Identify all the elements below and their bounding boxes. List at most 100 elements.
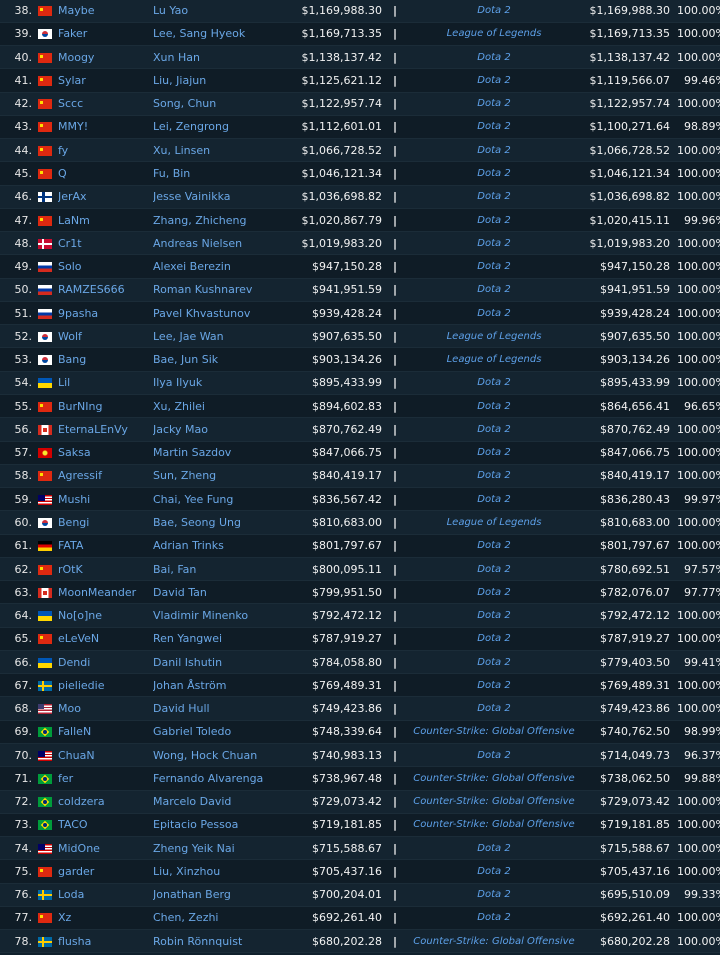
game-link[interactable]: Dota 2 [408,534,580,558]
player-name-link[interactable]: Johan Åström [153,673,280,698]
player-nick-link[interactable]: Bang [58,347,153,372]
player-name-link[interactable]: Epitacio Pessoa [153,813,280,838]
player-name-link[interactable]: Chen, Zezhi [153,906,280,931]
player-name-link[interactable]: Robin Rönnquist [153,929,280,954]
player-nick-link[interactable]: Faker [58,22,153,47]
player-nick-link[interactable]: MMY! [58,115,153,140]
player-nick-link[interactable]: Dendi [58,650,153,675]
player-nick-link[interactable]: rOtK [58,557,153,582]
player-name-link[interactable]: Sun, Zheng [153,464,280,489]
player-nick-link[interactable]: ChuaN [58,743,153,768]
game-link[interactable]: Dota 2 [408,883,580,907]
game-link[interactable]: Dota 2 [408,254,580,279]
game-link[interactable]: Dota 2 [408,278,580,302]
game-link[interactable]: Dota 2 [408,673,580,698]
game-link[interactable]: Dota 2 [408,394,580,419]
player-nick-link[interactable]: fer [58,766,153,791]
player-name-link[interactable]: Adrian Trinks [153,534,280,558]
game-link[interactable]: Dota 2 [408,580,580,605]
game-link[interactable]: Counter-Strike: Global Offensive [408,929,580,954]
player-name-link[interactable]: Song, Chun [153,92,280,116]
player-nick-link[interactable]: Cr1t [58,231,153,256]
game-link[interactable]: Dota 2 [408,92,580,116]
game-link[interactable]: Dota 2 [408,650,580,675]
player-name-link[interactable]: Fernando Alvarenga [153,766,280,791]
game-link[interactable]: League of Legends [408,324,580,349]
player-nick-link[interactable]: JerAx [58,185,153,209]
player-name-link[interactable]: Ren Yangwei [153,627,280,651]
player-nick-link[interactable]: garder [58,859,153,884]
game-link[interactable]: Dota 2 [408,231,580,256]
player-name-link[interactable]: Vladimir Minenko [153,603,280,628]
player-nick-link[interactable]: Maybe [58,0,153,23]
game-link[interactable]: Counter-Strike: Global Offensive [408,790,580,814]
player-nick-link[interactable]: fy [58,138,153,163]
player-nick-link[interactable]: Moogy [58,45,153,70]
player-nick-link[interactable]: Lil [58,371,153,396]
player-name-link[interactable]: Xun Han [153,45,280,70]
game-link[interactable]: Dota 2 [408,464,580,489]
game-link[interactable]: League of Legends [408,510,580,535]
player-nick-link[interactable]: MoonMeander [58,580,153,605]
player-name-link[interactable]: Jonathan Berg [153,883,280,907]
player-nick-link[interactable]: FATA [58,534,153,558]
player-name-link[interactable]: Liu, Jiajun [153,68,280,93]
player-nick-link[interactable]: No[o]ne [58,603,153,628]
player-nick-link[interactable]: eLeVeN [58,627,153,651]
player-name-link[interactable]: David Tan [153,580,280,605]
game-link[interactable]: Dota 2 [408,441,580,465]
player-nick-link[interactable]: Solo [58,254,153,279]
game-link[interactable]: Dota 2 [408,45,580,70]
game-link[interactable]: Counter-Strike: Global Offensive [408,813,580,838]
player-name-link[interactable]: Alexei Berezin [153,254,280,279]
player-name-link[interactable]: Danil Ishutin [153,650,280,675]
game-link[interactable]: Dota 2 [408,115,580,140]
player-name-link[interactable]: Andreas Nielsen [153,231,280,256]
player-name-link[interactable]: Bae, Jun Sik [153,347,280,372]
game-link[interactable]: Dota 2 [408,836,580,861]
player-nick-link[interactable]: coldzera [58,790,153,814]
game-link[interactable]: Dota 2 [408,906,580,931]
player-nick-link[interactable]: flusha [58,929,153,954]
player-nick-link[interactable]: Sccc [58,92,153,116]
player-nick-link[interactable]: Xz [58,906,153,931]
player-nick-link[interactable]: Mushi [58,487,153,512]
player-name-link[interactable]: Jacky Mao [153,417,280,442]
player-name-link[interactable]: Bai, Fan [153,557,280,582]
player-nick-link[interactable]: Q [58,161,153,186]
player-name-link[interactable]: David Hull [153,696,280,721]
game-link[interactable]: Dota 2 [408,603,580,628]
game-link[interactable]: Dota 2 [408,417,580,442]
player-name-link[interactable]: Wong, Hock Chuan [153,743,280,768]
game-link[interactable]: League of Legends [408,22,580,47]
player-name-link[interactable]: Fu, Bin [153,161,280,186]
game-link[interactable]: Dota 2 [408,371,580,396]
player-name-link[interactable]: Xu, Linsen [153,138,280,163]
player-name-link[interactable]: Liu, Xinzhou [153,859,280,884]
player-name-link[interactable]: Gabriel Toledo [153,720,280,745]
game-link[interactable]: Dota 2 [408,301,580,326]
player-nick-link[interactable]: Wolf [58,324,153,349]
player-name-link[interactable]: Lee, Sang Hyeok [153,22,280,47]
game-link[interactable]: Counter-Strike: Global Offensive [408,766,580,791]
game-link[interactable]: Dota 2 [408,696,580,721]
player-name-link[interactable]: Ilya Ilyuk [153,371,280,396]
game-link[interactable]: Counter-Strike: Global Offensive [408,720,580,745]
player-name-link[interactable]: Roman Kushnarev [153,278,280,302]
player-nick-link[interactable]: MidOne [58,836,153,861]
game-link[interactable]: Dota 2 [408,743,580,768]
player-name-link[interactable]: Lei, Zengrong [153,115,280,140]
player-nick-link[interactable]: Sylar [58,68,153,93]
player-nick-link[interactable]: BurNIng [58,394,153,419]
game-link[interactable]: Dota 2 [408,859,580,884]
game-link[interactable]: Dota 2 [408,487,580,512]
player-nick-link[interactable]: RAMZES666 [58,278,153,302]
player-name-link[interactable]: Pavel Khvastunov [153,301,280,326]
player-nick-link[interactable]: Saksa [58,441,153,465]
player-nick-link[interactable]: TACO [58,813,153,838]
player-nick-link[interactable]: Moo [58,696,153,721]
player-nick-link[interactable]: Bengi [58,510,153,535]
player-name-link[interactable]: Lu Yao [153,0,280,23]
player-name-link[interactable]: Chai, Yee Fung [153,487,280,512]
player-nick-link[interactable]: Agressif [58,464,153,489]
